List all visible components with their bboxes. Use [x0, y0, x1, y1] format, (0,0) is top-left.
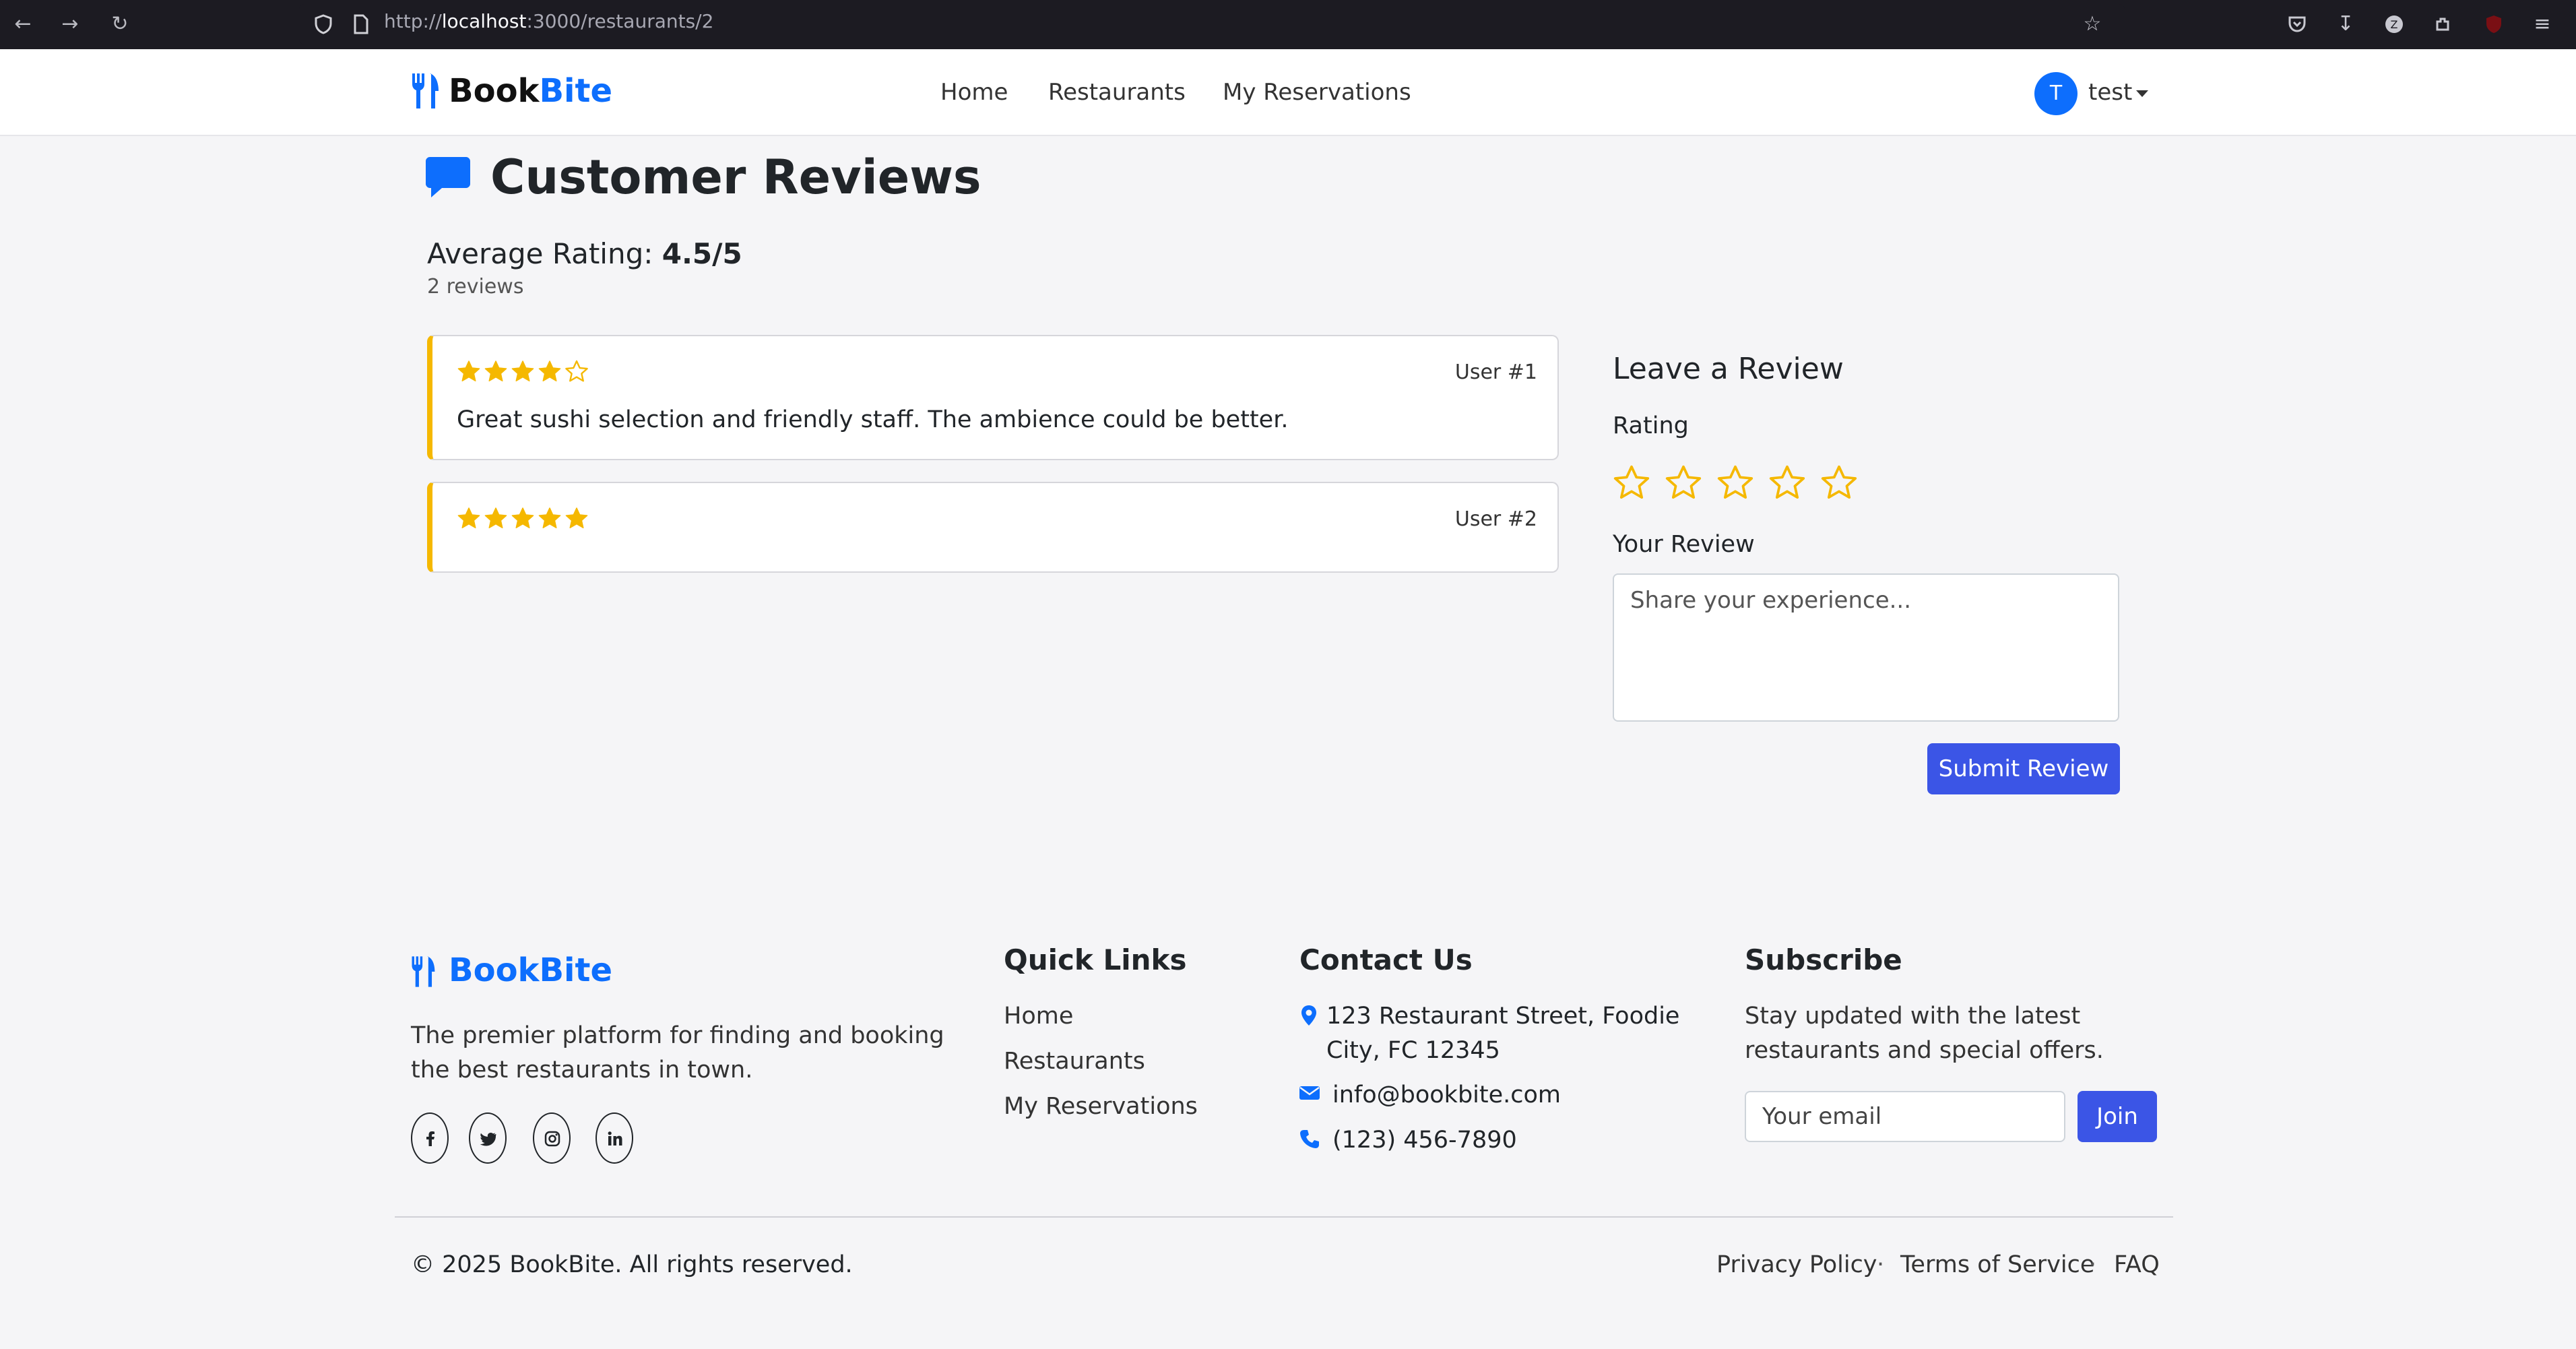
nav-link-my-reservations[interactable]: My Reservations	[1223, 79, 1411, 106]
download-icon[interactable]: ↧	[2331, 9, 2360, 39]
page-icon	[346, 9, 376, 39]
star-filled-icon	[484, 359, 508, 383]
shield-icon[interactable]	[309, 9, 338, 39]
star-filled-icon	[511, 506, 535, 530]
star-filled-icon	[457, 359, 481, 383]
terms-of-service-link[interactable]: Terms of Service	[1900, 1251, 2094, 1278]
section-title: Customer Reviews	[490, 150, 981, 205]
submit-review-button[interactable]: Submit Review	[1927, 743, 2120, 794]
navbar-brand[interactable]: BookBite	[449, 72, 612, 110]
contact-heading: Contact Us	[1299, 943, 1473, 976]
join-button[interactable]: Join	[2078, 1091, 2157, 1142]
review-author: User #1	[1454, 360, 1537, 384]
contact-address: 123 Restaurant Street, Foodie City, FC 1…	[1326, 1003, 1680, 1064]
separator-dot: ·	[1877, 1251, 1885, 1278]
caret-down-icon	[2136, 90, 2149, 97]
subscribe-email-input[interactable]	[1745, 1091, 2065, 1142]
faq-link[interactable]: FAQ	[2114, 1251, 2160, 1278]
user-menu-toggle[interactable]: test	[2088, 79, 2149, 106]
review-card: User #2	[427, 482, 1559, 573]
star-filled-icon	[538, 359, 562, 383]
svg-text:Z: Z	[2391, 18, 2398, 31]
linkedin-icon[interactable]	[595, 1112, 633, 1164]
star-rating	[457, 359, 591, 386]
fork-knife-icon	[410, 955, 437, 989]
subscribe-heading: Subscribe	[1745, 943, 1902, 976]
bookmark-star-icon[interactable]: ☆	[2078, 9, 2107, 39]
quick-links-heading: Quick Links	[1004, 943, 1187, 976]
footer-link-home[interactable]: Home	[1004, 1003, 1073, 1030]
app-navbar: BookBite Home Restaurants My Reservation…	[0, 49, 2576, 136]
review-text: Great sushi selection and friendly staff…	[457, 406, 1289, 433]
review-author: User #2	[1454, 507, 1537, 531]
star-empty-icon[interactable]	[1820, 464, 1858, 501]
star-empty-icon[interactable]	[1716, 464, 1754, 501]
rating-input[interactable]	[1613, 464, 1872, 501]
star-filled-icon	[565, 506, 589, 530]
nav-link-home[interactable]: Home	[940, 79, 1008, 106]
subscribe-text: Stay updated with the latest restaurants…	[1745, 1003, 2104, 1064]
star-empty-icon[interactable]	[1768, 464, 1806, 501]
footer-tagline: The premier platform for finding and boo…	[411, 1022, 944, 1084]
envelope-icon	[1299, 1085, 1320, 1106]
star-empty-icon	[565, 359, 589, 383]
separator-dot: ·	[2089, 1251, 2097, 1278]
star-rating	[457, 506, 591, 533]
privacy-policy-link[interactable]: Privacy Policy	[1716, 1251, 1877, 1278]
profile-extension-icon[interactable]: Z	[2379, 9, 2409, 39]
reload-icon[interactable]: ↻	[105, 9, 135, 39]
nav-link-restaurants[interactable]: Restaurants	[1048, 79, 1186, 106]
review-form-title: Leave a Review	[1613, 352, 1844, 386]
url-text[interactable]: http://localhost:3000/restaurants/2	[384, 10, 713, 32]
review-count: 2 reviews	[427, 275, 524, 299]
footer-divider	[395, 1216, 2173, 1218]
star-filled-icon	[484, 506, 508, 530]
map-pin-icon	[1299, 1005, 1318, 1026]
rating-label: Rating	[1613, 412, 1689, 439]
footer-link-restaurants[interactable]: Restaurants	[1004, 1048, 1145, 1075]
star-empty-icon[interactable]	[1613, 464, 1650, 501]
ublock-icon[interactable]	[2479, 9, 2509, 39]
pocket-icon[interactable]	[2282, 9, 2312, 39]
footer-brand[interactable]: BookBite	[449, 951, 612, 989]
copyright-text: © 2025 BookBite. All rights reserved.	[411, 1251, 853, 1278]
facebook-icon[interactable]	[411, 1112, 449, 1164]
twitter-icon[interactable]	[469, 1112, 507, 1164]
instagram-icon[interactable]	[533, 1112, 571, 1164]
contact-phone[interactable]: (123) 456-7890	[1332, 1123, 1517, 1158]
back-arrow-icon[interactable]: ←	[8, 9, 38, 39]
star-filled-icon	[511, 359, 535, 383]
extensions-icon[interactable]	[2428, 9, 2457, 39]
phone-icon	[1299, 1129, 1319, 1150]
contact-email[interactable]: info@bookbite.com	[1332, 1078, 1561, 1112]
star-filled-icon	[457, 506, 481, 530]
star-empty-icon[interactable]	[1665, 464, 1702, 501]
review-card: User #1 Great sushi selection and friend…	[427, 335, 1559, 460]
star-filled-icon	[538, 506, 562, 530]
footer-link-my-reservations[interactable]: My Reservations	[1004, 1093, 1198, 1120]
chat-bubble-icon	[426, 157, 470, 199]
forward-arrow-icon[interactable]: →	[55, 9, 85, 39]
fork-knife-icon	[410, 72, 441, 110]
review-label: Your Review	[1613, 531, 1755, 558]
review-textarea[interactable]	[1613, 573, 2119, 722]
user-avatar[interactable]: T	[2034, 72, 2078, 115]
average-rating: Average Rating: 4.5/5	[427, 237, 742, 270]
browser-toolbar: ← → ↻ http://localhost:3000/restaurants/…	[0, 0, 2576, 49]
username: test	[2088, 79, 2133, 106]
menu-icon[interactable]: ≡	[2527, 9, 2557, 39]
